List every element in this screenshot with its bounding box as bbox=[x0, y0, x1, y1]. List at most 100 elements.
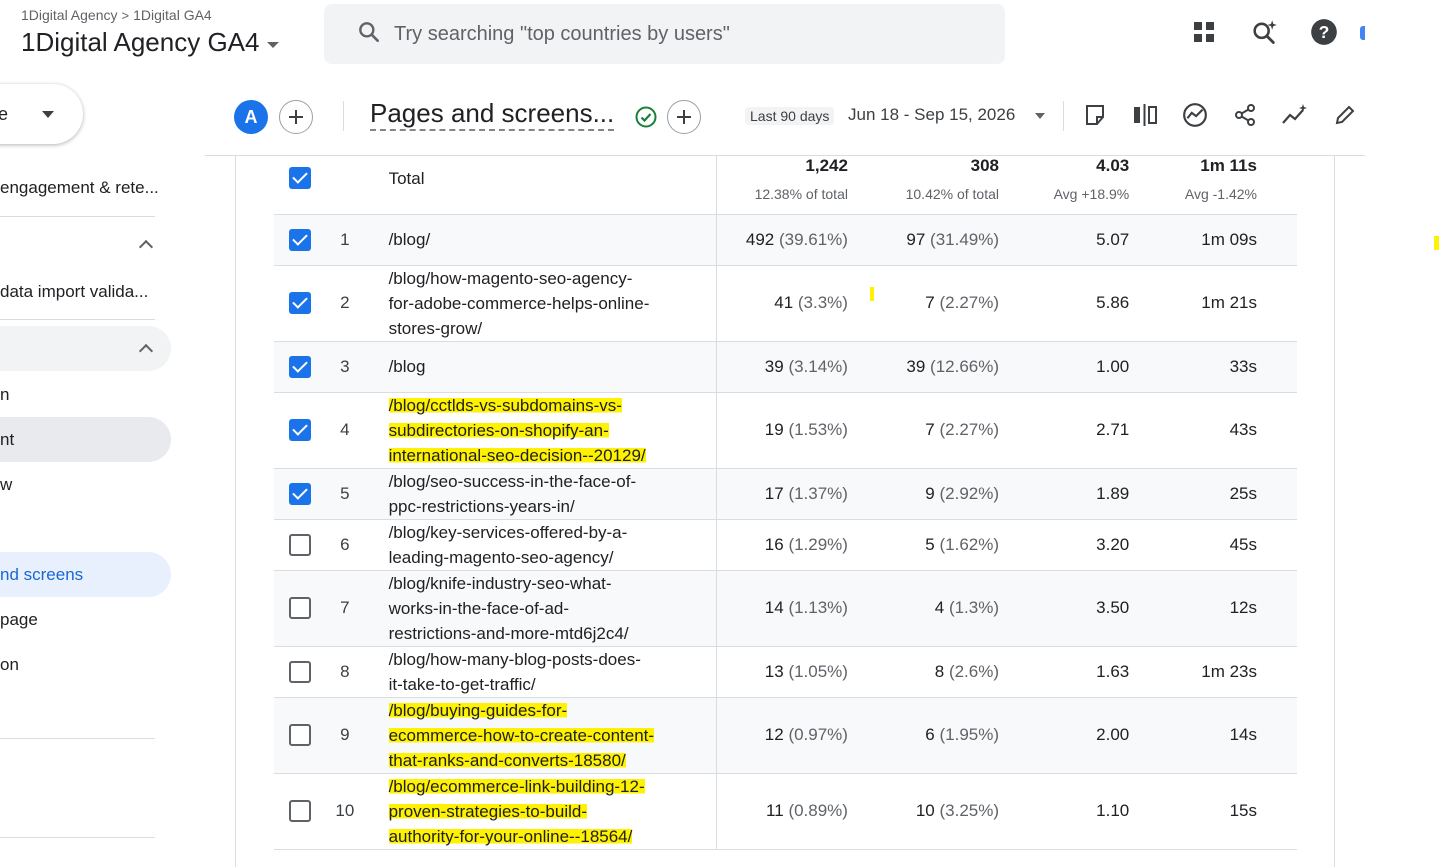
chevron-up-icon[interactable] bbox=[138, 239, 154, 255]
row-checkbox[interactable] bbox=[289, 533, 312, 556]
page-path-text: /blog/buying-guides-for- bbox=[388, 700, 568, 720]
table-row[interactable]: 5/blog/seo-success-in-the-face-of-ppc-re… bbox=[274, 468, 1297, 520]
add-filter-button[interactable] bbox=[667, 100, 701, 134]
views-cell-value: 41 bbox=[774, 293, 794, 312]
row-number: 5 bbox=[326, 468, 364, 520]
table-row[interactable]: 2/blog/how-magento-seo-agency-for-adobe-… bbox=[274, 265, 1297, 342]
row-checkbox[interactable] bbox=[289, 800, 312, 822]
page-path-cell[interactable]: /blog/how-magento-seo-agency-for-adobe-c… bbox=[363, 265, 718, 342]
table-row[interactable]: 4/blog/cctlds-vs-subdomains-vs-subdirect… bbox=[274, 392, 1297, 469]
left-navigation: e engagement & rete... data import valid… bbox=[0, 74, 205, 867]
total-views-share: 12.38% of total bbox=[754, 186, 848, 202]
add-comparison-button[interactable] bbox=[279, 100, 313, 134]
page-path-cell[interactable]: /blog bbox=[363, 341, 718, 393]
nav-item-pages-and-screens[interactable]: nd screens bbox=[0, 565, 83, 585]
breadcrumb-account[interactable]: 1Digital Agency bbox=[21, 7, 118, 23]
divider bbox=[0, 216, 155, 217]
top-app-bar: 1Digital Agency >1Digital GA4 1Digital Ag… bbox=[0, 0, 1365, 74]
page-path-cell[interactable]: /blog/ecommerce-link-building-12- proven-… bbox=[363, 773, 718, 850]
nav-item-engagement[interactable]: nt bbox=[0, 430, 14, 450]
page-path-cell[interactable]: /blog/seo-success-in-the-face-of-ppc-res… bbox=[363, 468, 718, 520]
page-path-text: for-adobe-commerce-helps-online- bbox=[388, 293, 650, 313]
row-checkbox[interactable] bbox=[289, 660, 312, 683]
row-checkbox[interactable] bbox=[289, 419, 312, 441]
insights-icon[interactable] bbox=[1180, 100, 1210, 130]
nav-topic-engagement[interactable]: engagement & rete... bbox=[0, 178, 159, 198]
date-range-value[interactable]: Jun 18 - Sep 15, 2026 bbox=[848, 105, 1015, 125]
row-checkbox[interactable] bbox=[289, 724, 312, 746]
views-cell-percent: (1.29%) bbox=[788, 534, 848, 554]
row-checkbox[interactable] bbox=[289, 597, 312, 619]
row-checkbox[interactable] bbox=[289, 355, 312, 378]
views-cell-percent: (1.37%) bbox=[788, 483, 848, 503]
engagement-time-cell: 14s bbox=[1129, 697, 1297, 774]
nav-item-hover[interactable] bbox=[0, 417, 171, 462]
search-insights-icon[interactable] bbox=[1250, 18, 1278, 46]
views-cell-percent: (0.89%) bbox=[788, 801, 848, 820]
account-avatar-edge[interactable] bbox=[1360, 26, 1365, 40]
apps-grid-icon[interactable] bbox=[1190, 18, 1218, 46]
row-checkbox[interactable] bbox=[289, 228, 312, 251]
views-cell-percent: (1.53%) bbox=[788, 420, 848, 439]
users-cell-percent: (1.95%) bbox=[939, 725, 1000, 744]
views-per-user-cell-value: 5.07 bbox=[1096, 229, 1130, 249]
views-cell-percent: (3.14%) bbox=[788, 356, 848, 376]
views-per-user-cell: 3.20 bbox=[999, 519, 1130, 571]
page-path-cell[interactable]: /blog/buying-guides-for-ecommerce-how-to… bbox=[363, 697, 718, 774]
share-icon[interactable] bbox=[1230, 100, 1260, 130]
report-collection-select[interactable]: e bbox=[0, 84, 83, 144]
page-path-text: /blog/knife-industry-seo-what- bbox=[388, 573, 612, 593]
caret-down-icon bbox=[267, 41, 280, 48]
views-per-user-cell: 1.89 bbox=[999, 468, 1130, 520]
users-cell-percent: (31.49%) bbox=[930, 229, 1000, 249]
caret-down-icon[interactable] bbox=[1035, 113, 1045, 119]
page-path-text: restrictions-and-more-mtd6j2c4/ bbox=[388, 623, 629, 643]
engagement-time-cell: 43s bbox=[1129, 392, 1297, 469]
engagement-time-cell: 45s bbox=[1129, 519, 1297, 571]
help-icon[interactable]: ? bbox=[1310, 18, 1338, 46]
notes-icon[interactable] bbox=[1080, 100, 1110, 130]
compare-icon[interactable] bbox=[1130, 100, 1160, 130]
row-checkbox[interactable] bbox=[289, 482, 312, 505]
edit-icon[interactable] bbox=[1330, 100, 1360, 130]
breadcrumb[interactable]: 1Digital Agency >1Digital GA4 bbox=[21, 7, 212, 23]
nav-item-events[interactable]: w bbox=[0, 475, 12, 495]
table-row[interactable]: 6/blog/key-services-offered-by-a-leading… bbox=[274, 519, 1297, 571]
row-checkbox[interactable] bbox=[289, 292, 312, 314]
engagement-time-cell: 1m 23s bbox=[1129, 646, 1297, 698]
nav-item-conversion[interactable]: on bbox=[0, 655, 19, 675]
nav-item-overview[interactable]: n bbox=[0, 385, 9, 405]
views-cell: 492 (39.61%) bbox=[716, 214, 848, 266]
views-cell-value: 19 bbox=[764, 420, 784, 439]
page-path-text: /blog/how-many-blog-posts-does- bbox=[388, 649, 641, 669]
table-row[interactable]: 9/blog/buying-guides-for-ecommerce-how-t… bbox=[274, 697, 1297, 774]
check-circle-icon[interactable] bbox=[629, 100, 663, 134]
report-title[interactable]: Pages and screens... bbox=[370, 97, 615, 131]
table-row[interactable]: 8/blog/how-many-blog-posts-does-it-take-… bbox=[274, 646, 1297, 698]
page-path-text: /blog bbox=[388, 357, 426, 376]
views-per-user-cell: 1.10 bbox=[999, 773, 1130, 850]
nav-item-landing-page[interactable]: page bbox=[0, 610, 38, 630]
search-bar[interactable] bbox=[324, 4, 1005, 64]
select-all-checkbox[interactable] bbox=[289, 167, 312, 189]
page-path-cell[interactable]: /blog/how-many-blog-posts-does-it-take-t… bbox=[363, 646, 718, 698]
annotation-mark bbox=[1434, 236, 1439, 250]
page-path-cell[interactable]: /blog/key-services-offered-by-a-leading-… bbox=[363, 519, 718, 571]
table-row[interactable]: 3/blog 39 (3.14%) 39 (12.66%) 1.00 33s bbox=[274, 341, 1297, 393]
comparison-avatar[interactable]: A bbox=[234, 100, 268, 134]
page-path-cell[interactable]: /blog/ bbox=[363, 214, 718, 266]
search-input[interactable] bbox=[394, 22, 954, 46]
page-path-cell[interactable]: /blog/cctlds-vs-subdomains-vs-subdirecto… bbox=[363, 392, 718, 469]
nav-item-data-import[interactable]: data import valida... bbox=[0, 282, 148, 302]
breadcrumb-property[interactable]: 1Digital GA4 bbox=[133, 7, 212, 23]
users-cell: 10 (3.25%) bbox=[847, 773, 1000, 850]
views-cell-value: 14 bbox=[764, 598, 784, 617]
table-row[interactable]: 7/blog/knife-industry-seo-what-works-in-… bbox=[274, 570, 1297, 647]
users-cell: 97 (31.49%) bbox=[847, 214, 1000, 266]
page-path-cell[interactable]: /blog/knife-industry-seo-what-works-in-t… bbox=[363, 570, 718, 647]
table-row[interactable]: 1/blog/492 (39.61%) 97 (31.49%) 5.07 1m 09s bbox=[274, 214, 1297, 266]
date-range-label[interactable]: Last 90 days bbox=[745, 107, 835, 125]
property-selector[interactable]: 1Digital Agency GA4 bbox=[21, 27, 280, 58]
table-row[interactable]: 10/blog/ecommerce-link-building-12- prove… bbox=[274, 773, 1297, 850]
trending-sparkle-icon[interactable] bbox=[1280, 100, 1310, 130]
